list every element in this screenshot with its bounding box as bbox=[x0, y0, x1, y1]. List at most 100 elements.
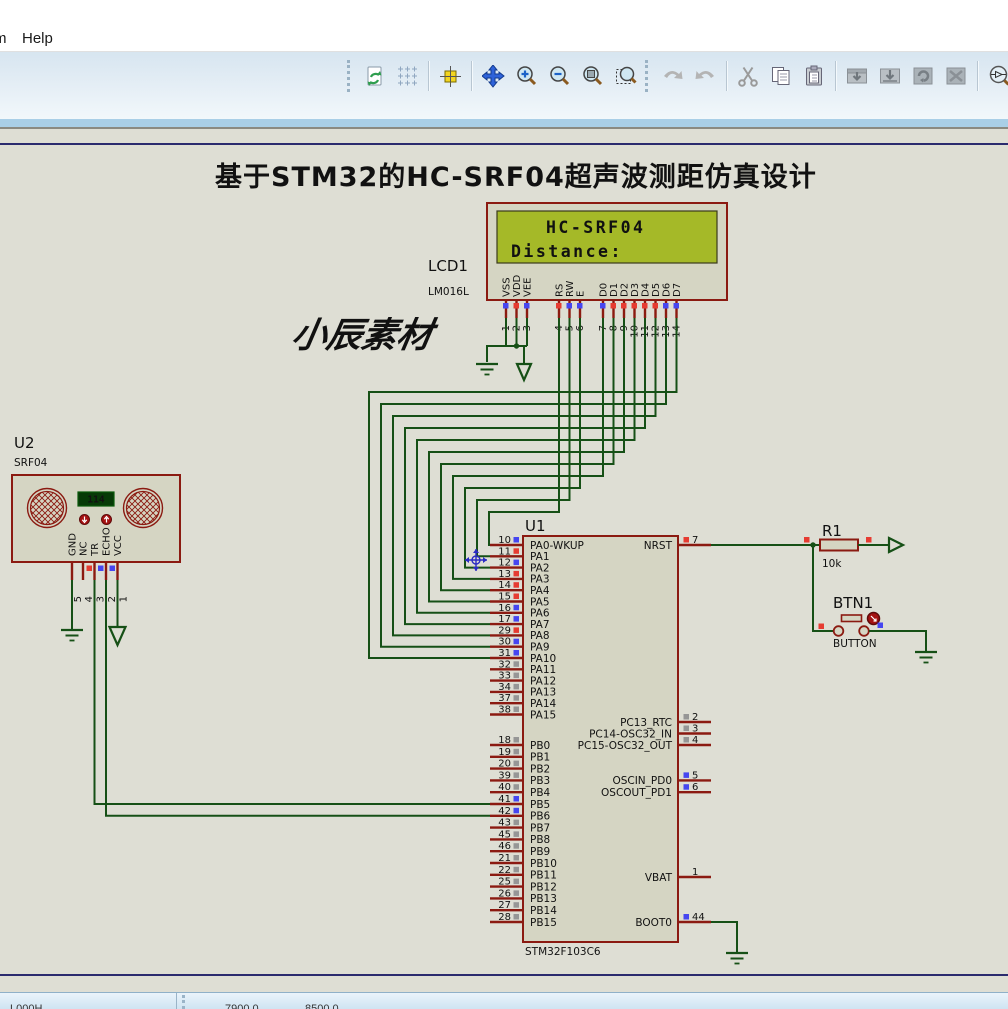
u1-port-label: OSCOUT_PD1 bbox=[601, 787, 672, 799]
u2-pin-number: 2 bbox=[107, 596, 118, 602]
zoom-in-icon[interactable] bbox=[511, 61, 542, 92]
wire-lcd-vss[interactable] bbox=[486, 318, 507, 362]
u1-port-label: PA8 bbox=[530, 630, 550, 642]
pin-state-marker bbox=[513, 593, 519, 599]
btn1-contact[interactable] bbox=[858, 625, 870, 637]
lcd-pin-label: E bbox=[576, 291, 587, 297]
lcd-pin-label: D1 bbox=[609, 283, 620, 297]
r1-body[interactable] bbox=[819, 538, 859, 552]
btn1-part-label[interactable]: BUTTON bbox=[833, 638, 877, 650]
toolbar-drag-handle[interactable] bbox=[347, 60, 355, 92]
u1-pin-number: 22 bbox=[498, 865, 511, 876]
r1-ref-label[interactable]: R1 bbox=[822, 522, 842, 540]
u1-pin-number: 12 bbox=[498, 558, 511, 569]
schematic-canvas[interactable]: 基于STM32的HC-SRF04超声波测距仿真设计 小辰素材 HC-SRF04 Dis… bbox=[0, 129, 1008, 976]
u1-port-label: PA5 bbox=[530, 596, 550, 608]
pin-state-marker bbox=[877, 622, 883, 628]
u1-pin-number: 40 bbox=[498, 782, 511, 793]
lcd-ref-label[interactable]: LCD1 bbox=[428, 257, 468, 275]
origin-icon[interactable] bbox=[435, 61, 466, 92]
u1-pin-number: 26 bbox=[498, 888, 511, 899]
btn1-bar[interactable] bbox=[840, 614, 863, 623]
u1-pin-number: 25 bbox=[498, 877, 511, 888]
wire-lcd-data[interactable] bbox=[464, 318, 581, 569]
power-terminal-icon[interactable] bbox=[515, 362, 533, 383]
toolbar-separator bbox=[471, 61, 473, 91]
u1-pin-number: 17 bbox=[498, 614, 511, 625]
btn1-contact[interactable] bbox=[832, 625, 845, 637]
menu-item-clipped[interactable]: m bbox=[0, 30, 7, 47]
pin-state-marker bbox=[513, 616, 519, 622]
u1-port-label: PB14 bbox=[530, 905, 557, 917]
toolbar-separator bbox=[977, 61, 979, 91]
pin-state-marker bbox=[513, 772, 519, 778]
u1-port-label: OSCIN_PD0 bbox=[612, 775, 672, 787]
pin-state-marker bbox=[683, 772, 689, 778]
undo-icon[interactable] bbox=[657, 61, 688, 92]
block-copy-icon[interactable] bbox=[842, 61, 873, 92]
u1-port-label: PA9 bbox=[530, 642, 550, 654]
block-delete-icon[interactable] bbox=[941, 61, 972, 92]
u1-ref-label[interactable]: U1 bbox=[525, 517, 546, 535]
cut-icon[interactable] bbox=[733, 61, 764, 92]
pan-icon[interactable] bbox=[478, 61, 509, 92]
u1-part-label[interactable]: STM32F103C6 bbox=[525, 946, 601, 958]
sheet-margin-strip bbox=[0, 976, 1008, 992]
pin-state-marker bbox=[866, 537, 872, 543]
pin-state-marker bbox=[513, 582, 519, 588]
u2-pin-number: 4 bbox=[84, 596, 95, 602]
pin-state-marker bbox=[513, 672, 519, 679]
u2-pin-label: TR bbox=[90, 543, 101, 557]
u2-part-label[interactable]: SRF04 bbox=[14, 457, 48, 469]
u2-display-value: 114 bbox=[87, 495, 104, 506]
block-rotate-icon[interactable] bbox=[908, 61, 939, 92]
btn1-ref-label[interactable]: BTN1 bbox=[833, 594, 873, 612]
lcd-pin-label: RW bbox=[565, 280, 576, 297]
lcd-pin-label: D5 bbox=[651, 283, 662, 297]
view-part-icon[interactable] bbox=[984, 61, 1008, 92]
lcd-pin-label: RS bbox=[555, 284, 566, 297]
toolbar-drag-handle[interactable] bbox=[645, 60, 653, 92]
pin-state-marker bbox=[621, 303, 627, 309]
copy-icon[interactable] bbox=[766, 61, 797, 92]
pin-state-marker bbox=[524, 303, 530, 309]
power-terminal-icon[interactable] bbox=[107, 625, 128, 648]
pin-state-marker bbox=[513, 650, 519, 656]
lcd-part-label[interactable]: LM016L bbox=[428, 286, 469, 298]
power-terminal-icon[interactable] bbox=[887, 536, 906, 554]
r1-value-label[interactable]: 10k bbox=[822, 558, 842, 570]
lcd-pin-label: D3 bbox=[630, 283, 641, 297]
grid-icon[interactable] bbox=[392, 61, 423, 92]
menu-item-help[interactable]: Help bbox=[22, 30, 53, 47]
wire-boot0[interactable] bbox=[711, 921, 738, 953]
pin-state-marker bbox=[683, 914, 689, 920]
pin-state-marker bbox=[513, 737, 519, 743]
block-move-icon[interactable] bbox=[875, 61, 906, 92]
schematic-title[interactable]: 基于STM32的HC-SRF04超声波测距仿真设计 bbox=[215, 161, 817, 193]
paste-icon[interactable] bbox=[799, 61, 830, 92]
pin-state-marker bbox=[513, 303, 519, 309]
u1-port-label: PC15-OSC32_OUT bbox=[578, 740, 673, 752]
u1-port-label: PA11 bbox=[530, 664, 556, 676]
zoom-all-icon[interactable] bbox=[577, 61, 608, 92]
u1-port-label: PB13 bbox=[530, 893, 557, 905]
u2-pin-number: 3 bbox=[96, 596, 107, 602]
pin-state-marker bbox=[610, 303, 616, 309]
pin-state-marker bbox=[642, 303, 648, 309]
wire-btn-right[interactable] bbox=[869, 630, 927, 652]
redo-icon[interactable] bbox=[690, 61, 721, 92]
zoom-area-icon[interactable] bbox=[610, 61, 641, 92]
redraw-icon[interactable] bbox=[359, 61, 390, 92]
pin-state-marker bbox=[556, 303, 562, 309]
toolbar-separator bbox=[428, 61, 430, 91]
pin-state-marker bbox=[513, 683, 519, 690]
zoom-out-icon[interactable] bbox=[544, 61, 575, 92]
u2-transducer bbox=[29, 490, 65, 526]
wire-u2-echo[interactable] bbox=[105, 580, 490, 817]
pin-state-marker bbox=[513, 760, 519, 767]
toolbar-separator bbox=[835, 61, 837, 91]
pin-state-marker bbox=[513, 819, 519, 826]
u2-ref-label[interactable]: U2 bbox=[14, 434, 35, 452]
u1-pin-number: 2 bbox=[692, 712, 698, 723]
u1-port-label: PA7 bbox=[530, 619, 550, 631]
